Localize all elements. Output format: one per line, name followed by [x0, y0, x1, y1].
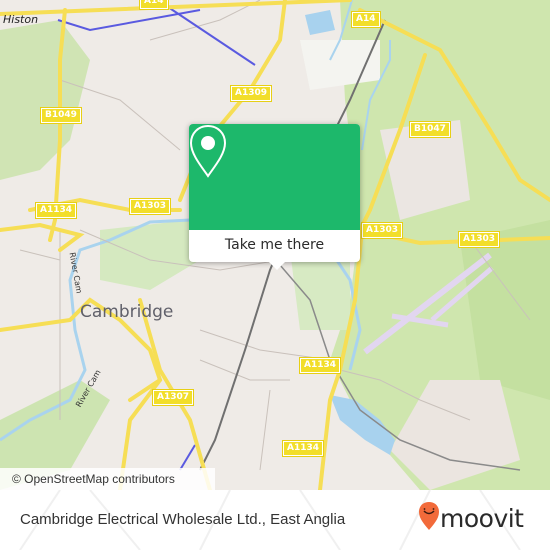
road-label-a1303: A1303: [130, 199, 171, 214]
guided-busway: [164, 4, 256, 66]
take-me-there-button[interactable]: Take me there: [189, 230, 360, 262]
location-popup: Take me there: [189, 124, 360, 270]
guided-busway: [179, 444, 196, 471]
map[interactable]: Histon Cambridge River Cam River Cam A14…: [0, 0, 550, 490]
green-area-coldhams: [290, 250, 350, 330]
road-label-a14: A14: [352, 12, 380, 27]
water-pools: [305, 10, 335, 35]
green-area-jesus: [100, 220, 200, 290]
road-a1134-west: [0, 222, 85, 252]
footer: Cambridge Electrical Wholesale Ltd., Eas…: [0, 490, 550, 550]
road-label-a1134: A1134: [300, 358, 341, 373]
road-label-b1049: B1049: [41, 108, 81, 123]
map-attribution[interactable]: © OpenStreetMap contributors: [0, 468, 215, 490]
location-title: Cambridge Electrical Wholesale Ltd., Eas…: [20, 511, 346, 528]
road-label-a1307: A1307: [153, 390, 194, 405]
green-area-west: [0, 20, 90, 180]
road-label-b1047: B1047: [410, 122, 450, 137]
place-label-histon: Histon: [3, 13, 39, 26]
popup-tail: [268, 261, 286, 270]
moovit-pin-icon: [419, 502, 439, 530]
road-label-a1134: A1134: [283, 441, 324, 456]
popup-header: [189, 124, 360, 230]
road-label-a1303: A1303: [459, 232, 500, 247]
road-label-a1309: A1309: [231, 86, 272, 101]
location-pin-icon: [189, 124, 227, 178]
place-label-cambridge: Cambridge: [80, 302, 174, 322]
moovit-wordmark: moovit: [440, 504, 524, 533]
road-label-a1303: A1303: [362, 223, 403, 238]
road-label-a14: A14: [140, 0, 168, 9]
road-label-a1134: A1134: [36, 203, 77, 218]
